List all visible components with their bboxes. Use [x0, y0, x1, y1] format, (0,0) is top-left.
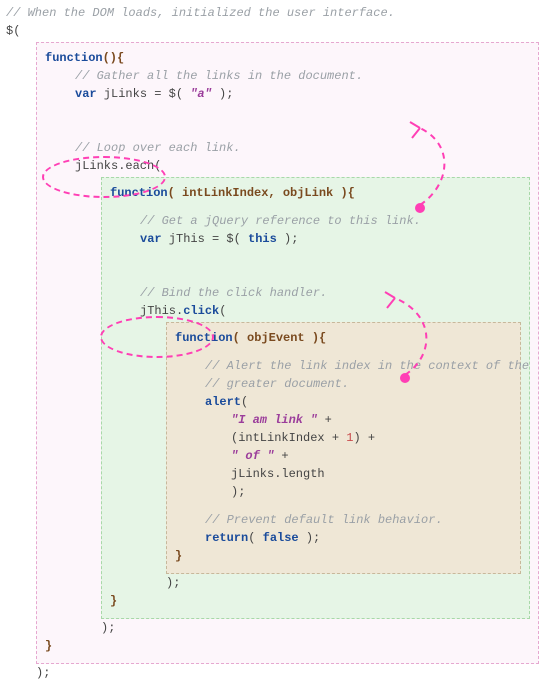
each-call: jLinks.each(	[75, 159, 161, 173]
annotation-dot-1	[415, 203, 425, 213]
plus-1: +	[317, 413, 331, 427]
comment-bind: // Bind the click handler.	[140, 286, 327, 300]
fn-sig-click: ( objEvent ){	[233, 331, 327, 345]
function-keyword-each: function	[110, 186, 168, 200]
each-invoke-close: );	[101, 621, 115, 635]
string-iamlink: "I am link "	[231, 413, 317, 427]
alert-open: (	[241, 395, 248, 409]
click-method: click	[183, 304, 219, 318]
function-keyword-click: function	[175, 331, 233, 345]
comment-dom-load: // When the DOM loads, initialized the u…	[6, 6, 395, 20]
annotation-dot-2	[400, 373, 410, 383]
click-invoke-close: );	[166, 576, 180, 590]
return-keyword: return	[205, 531, 248, 545]
jlinks-decl-pre: jLinks = $(	[97, 87, 191, 101]
each-callback-block: function( intLinkIndex, objLink ){ // Ge…	[101, 177, 530, 619]
alert-call: alert	[205, 395, 241, 409]
click-callback-block: function( objEvent ){ // Alert the link …	[166, 322, 521, 574]
brace-close-each: }	[110, 594, 117, 608]
click-call-prefix: jThis.	[140, 304, 183, 318]
jlinks-decl-post: );	[212, 87, 234, 101]
alert-close: );	[231, 485, 245, 499]
var-keyword: var	[75, 87, 97, 101]
fn-sig: (){	[103, 51, 125, 65]
brace-close-outer: }	[45, 639, 52, 653]
comment-getref: // Get a jQuery reference to this link.	[140, 214, 421, 228]
jthis-post: );	[277, 232, 299, 246]
jquery-invoke: $(	[6, 24, 20, 38]
function-keyword: function	[45, 51, 103, 65]
jlinks-length: jLinks.length	[231, 467, 325, 481]
outer-function-block: function(){ // Gather all the links in t…	[36, 42, 539, 664]
comment-prevent: // Prevent default link behavior.	[205, 513, 443, 527]
jquery-invoke-close: );	[36, 666, 50, 680]
comment-alert-1: // Alert the link index in the context o…	[205, 359, 529, 373]
this-keyword: this	[248, 232, 277, 246]
false-keyword: false	[263, 531, 299, 545]
var-keyword-2: var	[140, 232, 162, 246]
intlinkindex: intLinkIndex +	[238, 431, 346, 445]
brace-close-click: }	[175, 549, 182, 563]
paren-close-plus: ) +	[353, 431, 375, 445]
fn-sig-each: ( intLinkIndex, objLink ){	[168, 186, 355, 200]
return-close: );	[299, 531, 321, 545]
plus-2: +	[274, 449, 288, 463]
jthis-pre: jThis = $(	[162, 232, 248, 246]
string-of: " of "	[231, 449, 274, 463]
click-call-paren: (	[219, 304, 226, 318]
comment-loop: // Loop over each link.	[75, 141, 241, 155]
comment-alert-2: // greater document.	[205, 377, 349, 391]
string-a: "a"	[190, 87, 212, 101]
comment-gather: // Gather all the links in the document.	[75, 69, 363, 83]
return-open: (	[248, 531, 262, 545]
